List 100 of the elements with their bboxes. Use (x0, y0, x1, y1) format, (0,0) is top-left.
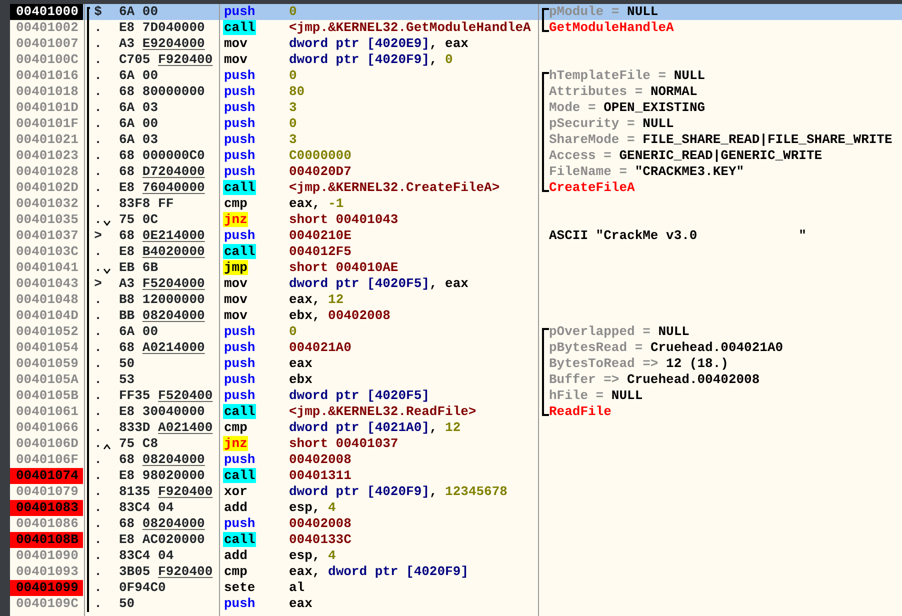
mnemonic: mov (223, 276, 248, 291)
operand: 00402008 (289, 516, 352, 532)
operand: ebx, 00402008 (289, 308, 390, 324)
hex-bytes: 50 (119, 356, 135, 372)
mnemonic: cmp (223, 420, 248, 435)
hex-bytes: 6A 03 (119, 100, 158, 116)
line-marker: . (93, 180, 103, 196)
hex-bytes: E8 7D040000 (119, 20, 205, 36)
mnemonic: call (223, 468, 256, 483)
line-marker: . (93, 196, 103, 212)
operand: 0 (289, 4, 297, 20)
mnemonic: jmp (223, 260, 248, 275)
comment-text: BytesToRead => 12 (18.) (549, 356, 728, 372)
function-name: CreateFileA (549, 180, 635, 196)
operand: eax (289, 356, 312, 372)
operand: short 00401043 (289, 212, 398, 228)
operand: dword ptr [4020F5], eax (289, 276, 468, 292)
line-marker: . (93, 436, 103, 452)
comment-text: Access = GENERIC_READ|GENERIC_WRITE (549, 148, 822, 164)
hex-bytes: A3 F5204000 (119, 276, 205, 292)
line-marker: . (93, 116, 103, 132)
operand: dword ptr [4020E9], eax (289, 36, 468, 52)
hex-bytes: E8 30040000 (119, 404, 205, 420)
line-marker: . (93, 532, 103, 548)
address-cell[interactable]: 00401099 (10, 580, 83, 596)
operand: 004012F5 (289, 244, 352, 260)
line-marker: . (93, 212, 103, 228)
line-marker: . (93, 420, 103, 436)
mnemonic: sete (223, 580, 256, 595)
operand: 0040133C (289, 532, 352, 548)
address-cell[interactable]: 00401000 (10, 4, 83, 20)
operand: 004020D7 (289, 164, 352, 180)
operand: short 004010AE (289, 260, 398, 276)
operand: 004021A0 (289, 340, 352, 356)
operand: 3 (289, 100, 297, 116)
line-marker: > (93, 228, 103, 244)
mnemonic: push (223, 100, 256, 115)
line-marker: . (93, 484, 103, 500)
comment-text: pSecurity = NULL (549, 116, 674, 132)
hex-bytes: 68 08204000 (119, 452, 205, 468)
hex-bytes: 68 A0214000 (119, 340, 205, 356)
mnemonic: push (223, 340, 256, 355)
operand: short 00401037 (289, 436, 398, 452)
hex-bytes: 6A 00 (119, 324, 158, 340)
hex-bytes: 6A 00 (119, 116, 158, 132)
mnemonic: push (223, 164, 256, 179)
operand: 00401311 (289, 468, 352, 484)
mnemonic: push (223, 452, 256, 467)
hex-bytes: FF35 F520400 (119, 388, 213, 404)
operand: ebx (289, 372, 312, 388)
mnemonic: push (223, 324, 256, 339)
operand: 0 (289, 324, 297, 340)
line-marker: . (93, 372, 103, 388)
hex-bytes: C705 F920400 (119, 52, 213, 68)
line-marker: . (93, 68, 103, 84)
line-marker: . (93, 356, 103, 372)
operand: al (289, 580, 305, 596)
mnemonic: push (223, 148, 256, 163)
line-marker: . (93, 164, 103, 180)
line-marker: . (93, 596, 103, 612)
up-caret-icon (103, 444, 111, 450)
address-cell[interactable]: 00401074 (10, 468, 83, 484)
comment-text: Buffer => Cruehead.00402008 (549, 372, 760, 388)
operand: dword ptr [4020F9], 12345678 (289, 484, 508, 500)
mnemonic: jnz (223, 212, 248, 227)
line-marker: . (93, 388, 103, 404)
mnemonic: mov (223, 292, 248, 307)
hex-bytes: BB 08204000 (119, 308, 205, 324)
mnemonic: xor (223, 484, 248, 499)
line-marker: . (93, 580, 103, 596)
operand: C0000000 (289, 148, 352, 164)
mnemonic: cmp (223, 196, 248, 211)
operand: eax, 12 (289, 292, 344, 308)
hex-bytes: 6A 00 (119, 68, 158, 84)
line-marker: . (93, 452, 103, 468)
operand: 00402008 (289, 452, 352, 468)
mnemonic: push (223, 84, 256, 99)
mnemonic: push (223, 356, 256, 371)
hex-bytes: 833D A021400 (119, 420, 213, 436)
hex-bytes: EB 6B (119, 260, 158, 276)
operand: esp, 4 (289, 500, 336, 516)
line-marker: . (93, 244, 103, 260)
hex-bytes: 50 (119, 596, 135, 612)
operand: dword ptr [4020F9], 0 (289, 52, 453, 68)
line-marker: . (93, 340, 103, 356)
address-cell[interactable]: 00401083 (10, 500, 83, 516)
mnemonic: push (223, 372, 256, 387)
line-marker: . (93, 292, 103, 308)
address-cell[interactable]: 0040108B (10, 532, 83, 548)
comment-text: pModule = NULL (549, 4, 658, 20)
line-marker: . (93, 548, 103, 564)
line-marker: . (93, 308, 103, 324)
line-marker: . (93, 468, 103, 484)
hex-bytes: E8 76040000 (119, 180, 205, 196)
comment-text: hFile = NULL (549, 388, 643, 404)
line-marker: > (93, 276, 103, 292)
line-marker: . (93, 20, 103, 36)
line-marker: . (93, 148, 103, 164)
hex-bytes: 83C4 04 (119, 548, 174, 564)
hex-bytes: E8 AC020000 (119, 532, 205, 548)
